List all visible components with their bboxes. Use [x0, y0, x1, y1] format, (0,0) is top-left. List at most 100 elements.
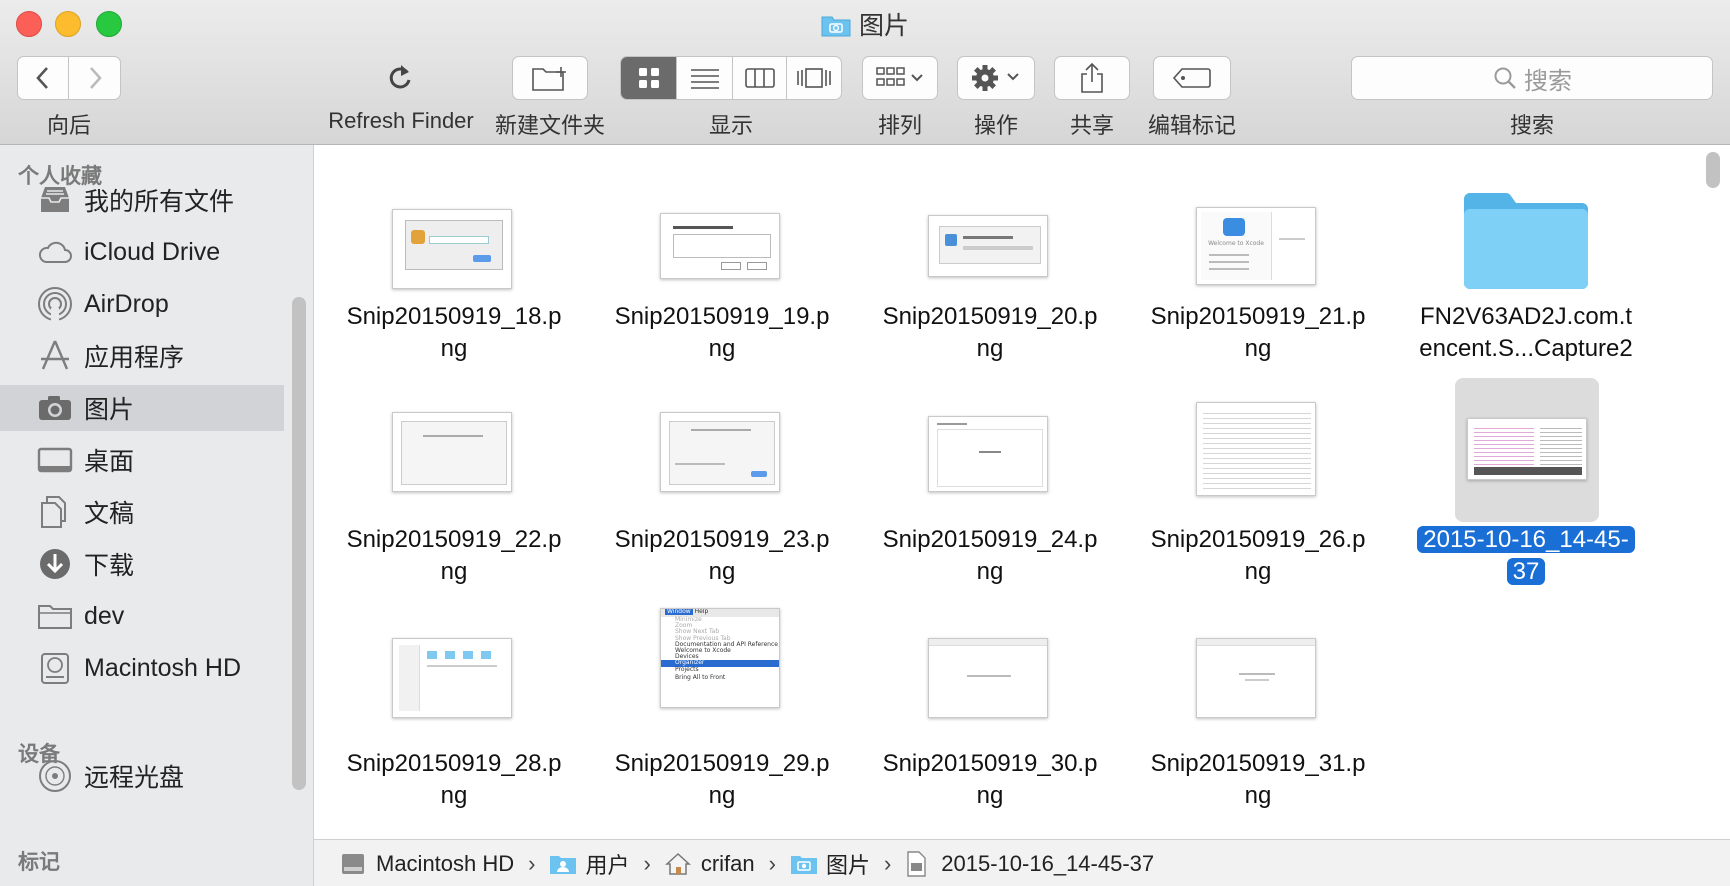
file-name: Snip20150919_18.p ng [346, 303, 562, 362]
back-button[interactable] [18, 57, 70, 99]
file-thumbnail [928, 638, 1048, 718]
back-label: 向后 [46, 113, 91, 138]
file-item-snip22[interactable] [382, 378, 526, 522]
path-bar: Macintosh HD › 用户 › crifan › 图片 › 2015-1… [314, 839, 1730, 886]
camera-icon [36, 390, 74, 426]
chevron-right-icon: › [768, 850, 776, 876]
path-crumb-pictures[interactable]: 图片 [790, 848, 870, 880]
sidebar-item-label: 远程光盘 [84, 764, 185, 792]
action-button[interactable] [957, 56, 1035, 100]
file-item-snip18[interactable] [382, 175, 526, 319]
file-name: Snip20150919_23.p ng [614, 526, 830, 585]
file-item-snip20[interactable] [918, 175, 1062, 319]
file-item-snip30[interactable] [918, 602, 1062, 746]
file-item-snip24[interactable] [918, 378, 1062, 522]
icon-view-icon [638, 68, 659, 88]
finder-window: 图片 向后 Refresh Finder 新建文件夹 显示 排列 操作 共享 编… [0, 0, 1730, 886]
document-icon [905, 850, 933, 877]
view-columns-button[interactable] [733, 57, 787, 99]
xcode-welcome-text: Welcome to Xcode [1208, 240, 1264, 247]
file-thumbnail [1467, 418, 1587, 480]
chevron-right-icon: › [643, 850, 651, 876]
view-coverflow-button[interactable] [787, 57, 841, 99]
sidebar-item-label: 文稿 [84, 500, 135, 528]
file-item-selected-screenshot[interactable] [1455, 378, 1599, 522]
sidebar-item-icloud-drive[interactable]: iCloud Drive [0, 229, 284, 275]
arrange-label: 排列 [877, 113, 922, 138]
file-name-selected: 2015-10-16_14-45- 37 [1396, 524, 1656, 588]
share-button[interactable] [1054, 56, 1130, 100]
disc-icon [36, 758, 74, 794]
cover-flow-icon [797, 68, 831, 88]
view-list-button[interactable] [677, 57, 733, 99]
sidebar-item-downloads[interactable]: 下载 [0, 541, 284, 587]
sidebar-item-label: Macintosh HD [84, 653, 241, 682]
sidebar-item-label: iCloud Drive [84, 237, 221, 266]
file-item-snip23[interactable] [650, 378, 794, 522]
sidebar-item-macintosh-hd[interactable]: Macintosh HD [0, 645, 284, 691]
search-field[interactable]: 搜索 [1351, 56, 1713, 100]
refresh-icon [389, 65, 411, 89]
applications-icon [36, 338, 74, 374]
file-grid: Snip20150919_18.p ng Snip20150919_19.p ng … [314, 145, 1730, 839]
edit-tags-button[interactable] [1153, 56, 1231, 100]
new-folder-button[interactable] [512, 56, 588, 100]
path-crumb-file[interactable]: 2015-10-16_14-45-37 [905, 851, 1154, 877]
file-name: FN2V63AD2J.com.t encent.S...Capture2 [1419, 303, 1633, 362]
file-item-snip31[interactable] [1186, 602, 1330, 746]
sidebar-item-label: AirDrop [84, 289, 169, 318]
chevron-left-icon [36, 67, 48, 89]
file-thumbnail: Welcome to Xcode [1196, 207, 1316, 285]
file-item-snip28[interactable] [382, 602, 526, 746]
path-crumb-macintosh-hd[interactable]: Macintosh HD [340, 851, 514, 877]
search-label: 搜索 [1509, 113, 1554, 138]
sidebar-item-remote-disc[interactable]: 远程光盘 [0, 753, 284, 799]
documents-icon [36, 494, 74, 530]
file-item-snip21[interactable]: Welcome to Xcode [1186, 175, 1330, 319]
arrange-icon [876, 67, 923, 86]
pictures-folder-icon [790, 851, 818, 877]
gear-icon [972, 65, 1019, 91]
sidebar-item-airdrop[interactable]: AirDrop [0, 281, 284, 327]
toolbar: 图片 向后 Refresh Finder 新建文件夹 显示 排列 操作 共享 编… [0, 0, 1730, 145]
sidebar-scrollbar[interactable] [292, 297, 306, 790]
view-icons-button[interactable] [621, 57, 677, 99]
sidebar-item-documents[interactable]: 文稿 [0, 489, 284, 535]
sidebar-item-label: 桌面 [84, 448, 135, 476]
file-item-snip19[interactable] [650, 175, 794, 319]
file-thumbnail [1196, 638, 1316, 718]
sidebar-item-all-files[interactable]: 我的所有文件 [0, 177, 284, 223]
file-name: Snip20150919_29.p ng [614, 750, 830, 809]
file-name: Snip20150919_30.p ng [882, 750, 1098, 809]
search-placeholder: 搜索 [1524, 67, 1572, 95]
sidebar-item-dev[interactable]: dev [0, 593, 284, 639]
file-thumbnail [392, 209, 512, 289]
path-crumb-home[interactable]: crifan [664, 851, 755, 877]
view-label: 显示 [708, 113, 753, 138]
sidebar-item-label: 我的所有文件 [84, 188, 235, 216]
refresh-button[interactable] [385, 60, 415, 99]
file-name: Snip20150919_22.p ng [346, 526, 562, 585]
path-crumb-users[interactable]: 用户 [549, 848, 630, 880]
list-view-icon [690, 69, 719, 89]
hard-drive-icon [36, 650, 74, 686]
view-mode-control [620, 56, 842, 100]
forward-button[interactable] [69, 57, 120, 99]
chevron-right-icon: › [883, 850, 892, 876]
window-title-text: 图片 [858, 12, 909, 40]
sidebar-item-desktop[interactable]: 桌面 [0, 437, 284, 483]
file-item-folder-capture[interactable] [1454, 175, 1598, 319]
window-title: 图片 [0, 6, 1730, 42]
file-item-snip29[interactable]: Window Help Minimize Zoom Show Next Tab … [650, 602, 794, 746]
desktop-icon [36, 442, 74, 478]
arrange-button[interactable] [862, 56, 938, 100]
file-name: Snip20150919_19.p ng [614, 303, 830, 362]
download-icon [36, 546, 74, 582]
sidebar-item-applications[interactable]: 应用程序 [0, 333, 284, 379]
file-thumbnail [392, 638, 512, 718]
tags-header: 标记 [18, 851, 60, 874]
tags-label: 编辑标记 [1147, 113, 1236, 138]
sidebar-item-pictures[interactable]: 图片 [0, 385, 284, 431]
content-scrollbar[interactable] [1706, 152, 1720, 188]
file-item-snip26[interactable] [1186, 378, 1330, 522]
